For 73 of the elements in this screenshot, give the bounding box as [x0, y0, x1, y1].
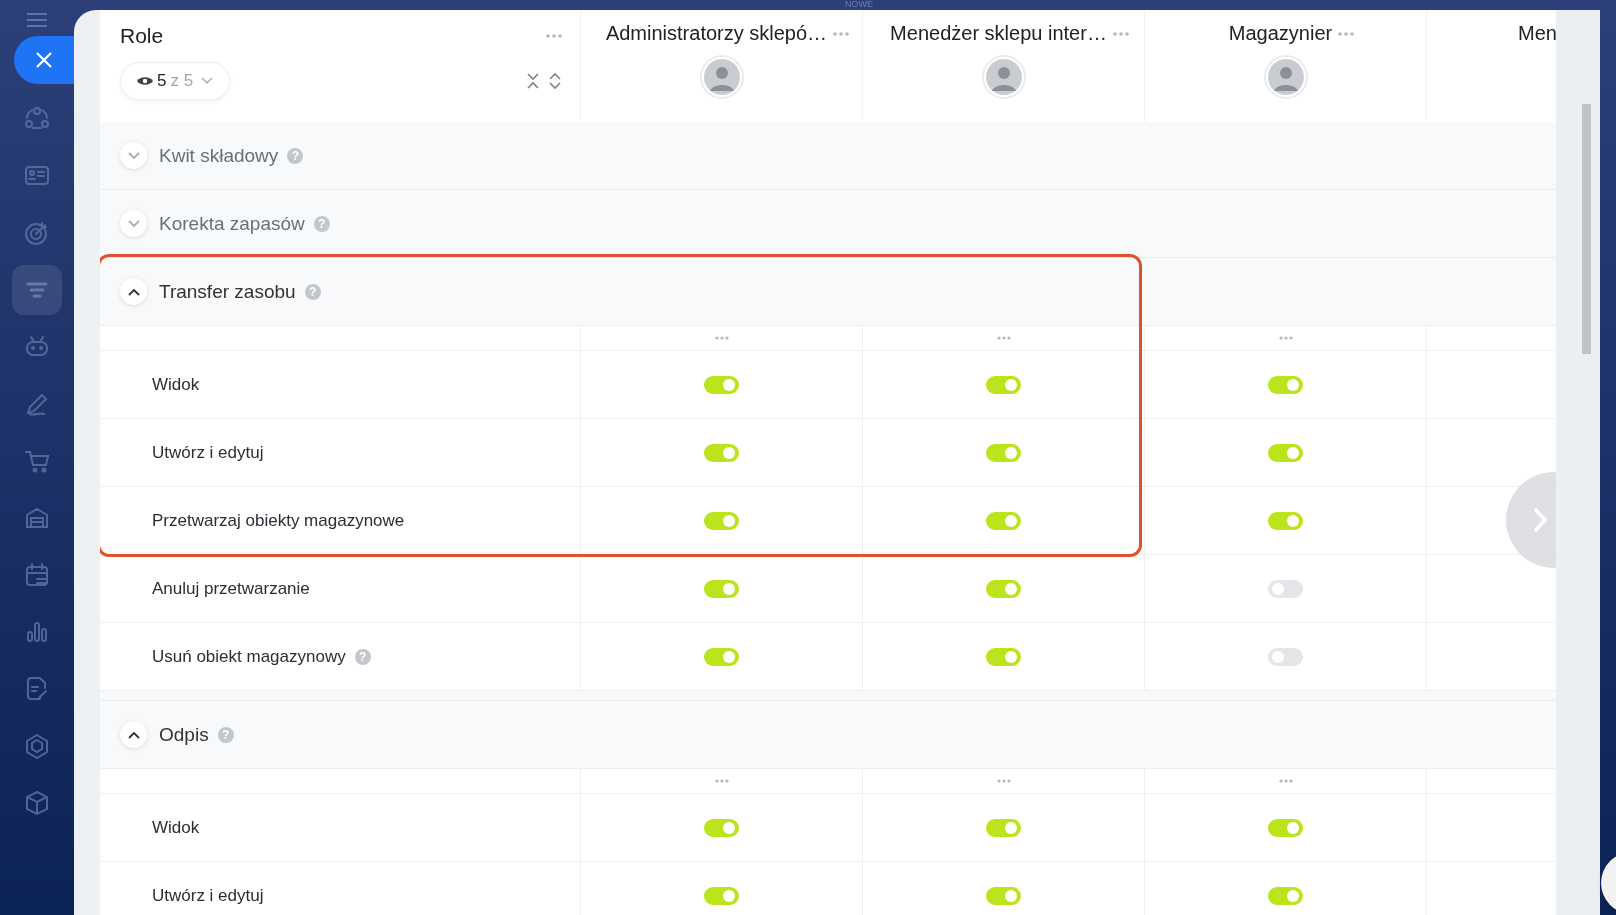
calendar-icon[interactable] — [23, 561, 51, 589]
toggle-switch[interactable] — [1268, 647, 1303, 666]
toggle-switch[interactable] — [1268, 443, 1303, 462]
eye-icon — [137, 76, 153, 86]
role-name: Magazynier — [1228, 22, 1333, 45]
toggle-section-button[interactable] — [120, 721, 147, 748]
avatar — [1263, 55, 1308, 99]
hexagon-icon[interactable] — [23, 732, 51, 760]
toggle-switch[interactable] — [704, 818, 739, 837]
toggle-switch[interactable] — [1268, 818, 1303, 837]
toggle-switch[interactable] — [986, 579, 1021, 598]
box-icon[interactable] — [23, 789, 51, 817]
expand-all-icon[interactable] — [548, 72, 562, 90]
toggle-switch[interactable] — [704, 647, 739, 666]
toggle-section-button[interactable] — [120, 210, 147, 237]
role-name: Men — [1518, 22, 1556, 45]
permission-label: Widok — [152, 374, 200, 395]
role-name: Administratorzy sklepó… — [605, 22, 828, 45]
avatar — [699, 55, 744, 99]
visible-roles-filter[interactable]: 5 z 5 — [120, 62, 231, 100]
toggle-switch[interactable] — [1268, 511, 1303, 530]
chevron-up-icon — [127, 730, 140, 739]
toggle-switch[interactable] — [986, 818, 1021, 837]
toggle-switch[interactable] — [986, 443, 1021, 462]
toggle-section-button[interactable] — [120, 278, 147, 305]
section-title: Korekta zapasów — [159, 212, 305, 235]
more-icon[interactable] — [546, 34, 562, 38]
toggle-switch[interactable] — [704, 579, 739, 598]
permission-label: Usuń obiekt magazynowy — [152, 646, 346, 667]
more-icon[interactable] — [1278, 779, 1293, 783]
permission-label: Widok — [152, 817, 200, 838]
sidebar-item[interactable] — [12, 265, 62, 315]
toggle-switch[interactable] — [704, 511, 739, 530]
more-icon[interactable] — [996, 336, 1011, 340]
toggle-section-button[interactable] — [120, 142, 147, 169]
permission-label: Utwórz i edytuj — [152, 885, 264, 906]
chevron-down-icon — [127, 151, 140, 160]
toggle-switch[interactable] — [1268, 375, 1303, 394]
chevron-down-icon — [127, 219, 140, 228]
toggle-switch[interactable] — [986, 886, 1021, 905]
section-title: Odpis — [159, 723, 209, 746]
close-icon[interactable] — [35, 51, 53, 69]
scrollbar[interactable] — [1582, 104, 1591, 354]
toggle-switch[interactable] — [704, 375, 739, 394]
more-icon[interactable] — [714, 336, 729, 340]
more-icon[interactable] — [996, 779, 1011, 783]
chevron-down-icon — [201, 77, 214, 85]
avatar — [981, 55, 1026, 99]
more-icon[interactable] — [1338, 31, 1355, 36]
collapse-all-icon[interactable] — [526, 72, 540, 90]
permission-label: Przetwarzaj obiekty magazynowe — [152, 510, 405, 531]
toggle-switch[interactable] — [986, 647, 1021, 666]
more-icon[interactable] — [1278, 336, 1293, 340]
more-icon[interactable] — [833, 31, 850, 36]
toggle-switch[interactable] — [1268, 579, 1303, 598]
permission-label: Anuluj przetwarzanie — [152, 578, 310, 599]
toggle-switch[interactable] — [1268, 886, 1303, 905]
section-title: Kwit składowy — [159, 144, 279, 167]
more-icon[interactable] — [714, 779, 729, 783]
permission-label: Utwórz i edytuj — [152, 442, 264, 463]
chevron-up-icon — [127, 287, 140, 296]
menu-icon[interactable] — [26, 12, 48, 28]
toggle-switch[interactable] — [986, 375, 1021, 394]
section-title: Transfer zasobu — [159, 280, 296, 303]
toggle-switch[interactable] — [704, 443, 739, 462]
toggle-switch[interactable] — [986, 511, 1021, 530]
more-icon[interactable] — [1112, 31, 1129, 36]
chevron-right-icon — [1532, 506, 1548, 534]
toggle-switch[interactable] — [704, 886, 739, 905]
close-button[interactable] — [14, 36, 74, 84]
top-bar-label: NOWE — [845, 0, 873, 9]
role-name: Menedżer sklepu inter… — [890, 22, 1107, 45]
column-title: Role — [120, 24, 164, 48]
